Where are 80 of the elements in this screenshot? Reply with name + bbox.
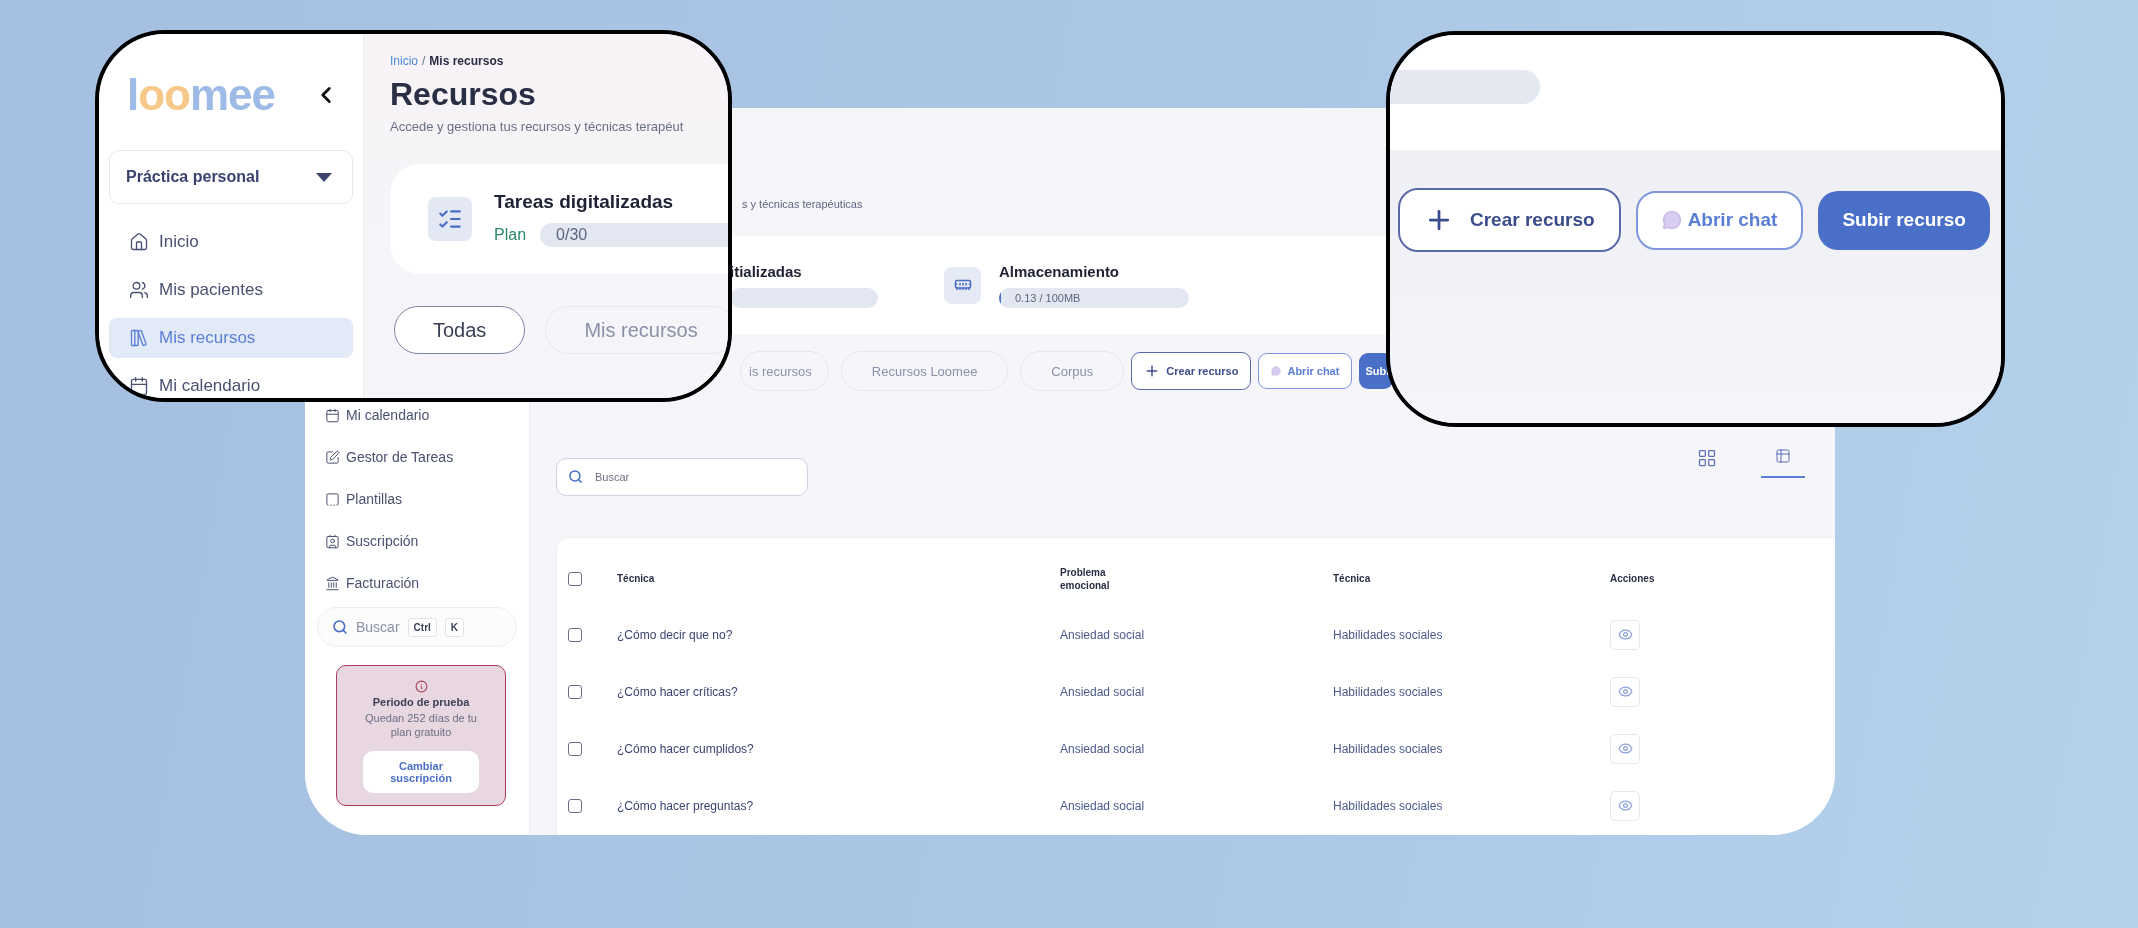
table-cell-text: Ansiedad social [1060, 627, 1146, 642]
workspace-dropdown[interactable]: Práctica personal [109, 150, 353, 204]
change-plan-button[interactable]: Cambiar suscripción [363, 750, 479, 793]
speech-bubble-icon [1661, 210, 1682, 230]
view-toggle[interactable] [1761, 448, 1805, 478]
checkbox[interactable] [568, 684, 582, 699]
key-hint: K [444, 617, 465, 637]
column-header: Acciones [1610, 572, 1656, 586]
table-cell-text: Ansiedad social [1060, 798, 1146, 813]
trial-text: Quedan 252 días de tu plan gratuito [364, 711, 478, 740]
search-placeholder: Buscar [356, 619, 400, 635]
table-cell-text: ¿Cómo hacer críticas? [617, 684, 739, 699]
nav-item[interactable]: Mi calendario [317, 405, 517, 425]
stat-title: itializadas [730, 262, 803, 280]
nav-item[interactable]: Inicio [109, 222, 353, 262]
breadcrumb-current: Mis recursos [429, 54, 504, 68]
nav-item[interactable]: Gestor de Tareas [317, 447, 517, 467]
usage-text: 0.13 / 100MB [1014, 291, 1081, 304]
search-field[interactable]: Buscar Ctrl K [317, 607, 517, 647]
eye-icon [1617, 684, 1633, 699]
column-header: Problema emocional [1060, 565, 1111, 593]
table-cell-text: ¿Cómo decir que no? [617, 627, 734, 642]
eye-icon [1617, 627, 1633, 642]
dashed-square-icon [325, 491, 340, 507]
books-icon [129, 328, 149, 348]
checkbox[interactable] [568, 741, 582, 756]
home-icon [129, 232, 149, 252]
stat-title: Almacenamiento [999, 262, 1121, 280]
table-cell-text: Ansiedad social [1060, 741, 1146, 756]
people-icon [129, 280, 149, 300]
key-hint: Ctrl [407, 617, 437, 637]
nav-item[interactable]: Mi calendario [109, 366, 353, 398]
create-button[interactable]: Crear recurso [1398, 188, 1621, 252]
sd-card-icon [944, 266, 981, 304]
id-card-icon [325, 533, 340, 549]
create-button[interactable]: Crear recurso [1131, 352, 1252, 390]
table-cell-text: ¿Cómo hacer cumplidos? [617, 741, 755, 756]
table-cell-text: Habilidades sociales [1333, 741, 1444, 756]
grid-icon [1697, 448, 1717, 468]
table-cell-text: Habilidades sociales [1333, 684, 1444, 699]
trial-title: Periodo de prueba [372, 696, 470, 708]
page-subtitle: Accede y gestiona tus recursos y técnicas terapéut [390, 119, 685, 134]
checkbox[interactable] [568, 798, 582, 813]
caret-icon [316, 172, 332, 182]
table-cell-text: Ansiedad social [1060, 684, 1146, 699]
filter-tab[interactable]: Todas [394, 306, 526, 354]
checkbox[interactable] [568, 627, 582, 642]
nav-item[interactable]: Facturación [317, 573, 517, 593]
chat-button[interactable]: Abrir chat [1258, 353, 1353, 389]
table-cell-text: Habilidades sociales [1333, 627, 1444, 642]
logo: loomee [127, 70, 276, 120]
table-cell-text: ¿Cómo hacer preguntas? [617, 798, 755, 813]
calendar-icon [129, 376, 149, 396]
speech-bubble-icon [1271, 366, 1282, 376]
page-subtitle: s y técnicas terapéuticas [742, 198, 864, 210]
upload-button[interactable]: Subir recurso [1818, 190, 1990, 250]
nav-item[interactable]: Mis pacientes [109, 270, 353, 310]
checklist-icon [428, 197, 472, 241]
chat-button[interactable]: Abrir chat [1635, 190, 1804, 250]
calendar-icon [325, 407, 340, 423]
column-header: Técnica [617, 572, 656, 586]
eye-icon [1617, 798, 1633, 813]
breadcrumb-separator: / [422, 54, 426, 68]
checkbox[interactable] [568, 572, 582, 586]
usage-text: 0/30 [555, 226, 588, 244]
stat-title: Tareas digitalizadas [494, 191, 675, 213]
nav-item[interactable]: Suscripción [317, 531, 517, 551]
search-icon [568, 469, 583, 484]
plan-label: Plan [494, 226, 527, 244]
search-icon [332, 619, 348, 635]
page-title: Recursos [390, 76, 537, 113]
table-cell-text: Habilidades sociales [1333, 798, 1444, 813]
search-field[interactable]: Buscar [556, 458, 808, 496]
nav-item[interactable]: Plantillas [317, 489, 517, 509]
column-header: Técnica [1333, 572, 1372, 586]
info-icon [414, 680, 428, 693]
table-icon [1775, 448, 1791, 464]
edit-icon [325, 449, 340, 465]
bank-icon [325, 575, 340, 591]
eye-icon [1617, 741, 1633, 756]
